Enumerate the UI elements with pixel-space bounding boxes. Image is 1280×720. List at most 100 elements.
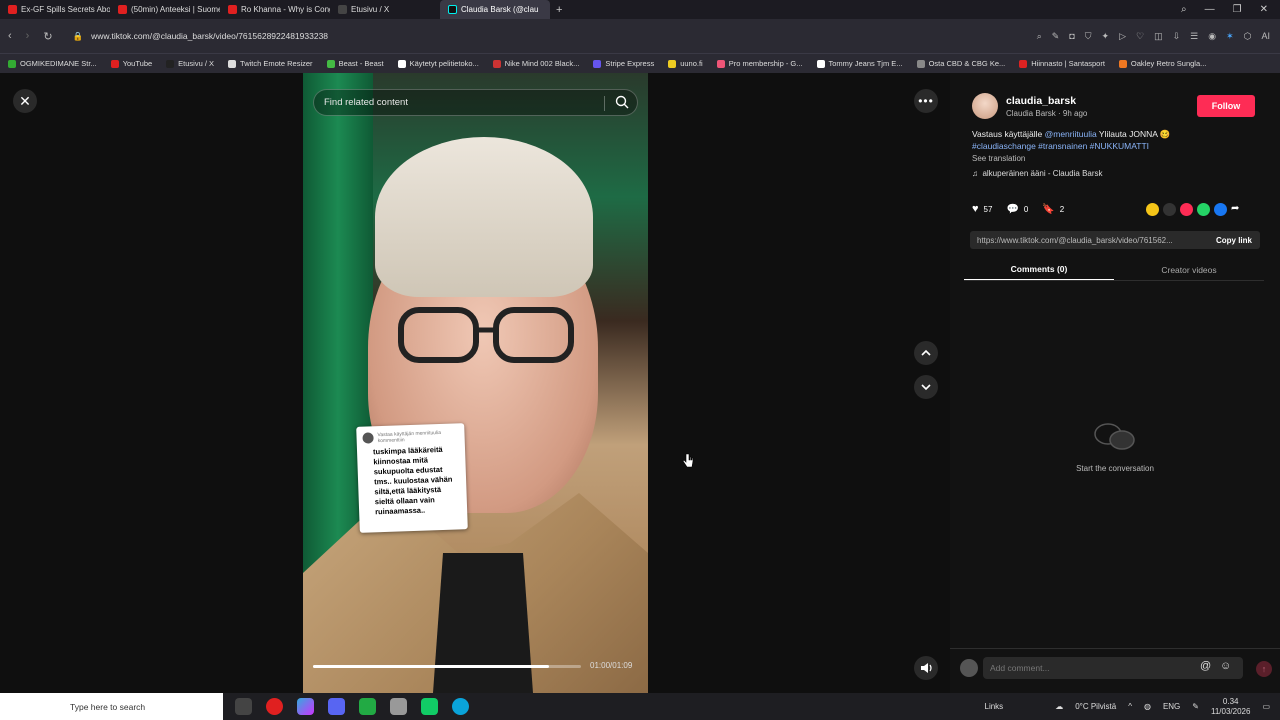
bookmark-item[interactable]: Beast - Beast <box>326 59 384 68</box>
network-icon[interactable]: ◍ <box>1144 702 1151 711</box>
download-icon[interactable]: ⇩ <box>1173 31 1181 42</box>
related-search-input[interactable]: Find related content <box>313 89 638 116</box>
volume-button[interactable] <box>914 656 938 680</box>
profile-icon[interactable]: ◉ <box>1208 31 1216 42</box>
edit-icon[interactable]: ✎ <box>1052 31 1060 42</box>
copy-link-button[interactable]: Copy link <box>1216 236 1260 245</box>
taskbar-search[interactable]: Type here to search <box>0 693 223 720</box>
bookmark-item[interactable]: Etusivu / X <box>166 59 214 68</box>
whatsapp-icon[interactable] <box>1197 203 1210 216</box>
heart-icon[interactable]: ♡ <box>1136 31 1144 42</box>
notification-icon[interactable]: ▭ <box>1262 702 1270 711</box>
browser-tab[interactable]: Ro Khanna - Why is Cong <box>220 0 330 19</box>
previous-video-button[interactable] <box>914 341 938 365</box>
weather-widget[interactable]: 0°C Pilvistä <box>1075 702 1116 711</box>
box-icon[interactable]: ◫ <box>1154 31 1163 42</box>
browser-tab[interactable]: (50min) Anteeksi | Suome <box>110 0 220 19</box>
bookmark-favicon-icon <box>166 59 175 68</box>
like-button[interactable]: ♥ 57 <box>972 203 992 215</box>
pen-icon[interactable]: ✎ <box>1192 702 1199 711</box>
search-icon[interactable]: ⌕ <box>1181 4 1187 15</box>
edge-icon[interactable] <box>452 698 469 715</box>
video-progress-bar[interactable] <box>313 665 581 668</box>
mention-button[interactable]: @ <box>1200 660 1211 672</box>
bookmark-item[interactable]: Pro membership - G... <box>716 59 803 68</box>
bookmark-favicon-icon <box>668 59 677 68</box>
maximize-icon[interactable]: ❐ <box>1233 4 1242 15</box>
new-tab-button[interactable]: + <box>550 4 568 16</box>
bookmark-item[interactable]: Hiinnasto | Santasport <box>1019 59 1105 68</box>
bookmark-item[interactable]: Tommy Jeans Tjm E... <box>816 59 903 68</box>
save-button[interactable]: 🔖 2 <box>1042 204 1064 215</box>
more-options-button[interactable]: ••• <box>914 89 938 113</box>
bookmark-item[interactable]: YouTube <box>110 59 152 68</box>
author-info[interactable]: claudia_barsk Claudia Barsk · 9h ago <box>972 93 1087 119</box>
app-icon[interactable] <box>297 698 314 715</box>
extension-blue-icon[interactable]: ✶ <box>1226 31 1234 42</box>
language-indicator[interactable]: ENG <box>1163 702 1180 711</box>
browser-tab-active[interactable]: Claudia Barsk (@clau <box>440 0 550 19</box>
close-video-button[interactable]: ✕ <box>13 89 37 113</box>
follow-button[interactable]: Follow <box>1197 95 1255 117</box>
browser-tab[interactable]: Etusivu / X <box>330 0 440 19</box>
youtube-icon <box>228 5 237 14</box>
cube-icon[interactable]: ⬡ <box>1244 31 1252 42</box>
shield-icon[interactable]: ⛉ <box>1085 31 1092 42</box>
back-icon[interactable]: ‹ <box>8 30 12 43</box>
close-icon[interactable]: ✕ <box>1260 4 1268 15</box>
share-arrow-icon[interactable]: ➦ <box>1231 203 1239 216</box>
app-green-icon[interactable] <box>359 698 376 715</box>
video-link[interactable]: https://www.tiktok.com/@claudia_barsk/vi… <box>977 236 1173 245</box>
video-player[interactable]: Find related content Vastaa käyttäjän me… <box>303 73 648 693</box>
task-view-icon[interactable] <box>235 698 252 715</box>
os-taskbar: Type here to search Links ☁ 0°C Pilvistä… <box>0 693 1280 720</box>
forward-icon[interactable]: › <box>26 30 30 43</box>
author-username[interactable]: claudia_barsk <box>1006 95 1087 107</box>
links-toolbar[interactable]: Links <box>985 702 1004 711</box>
bookmark-item[interactable]: Nike Mind 002 Black... <box>492 59 579 68</box>
discord-icon[interactable] <box>328 698 345 715</box>
engagement-stats: ♥ 57 💬 0 🔖 2 <box>972 203 1064 215</box>
bookmark-item[interactable]: OGMIKEDIMANE Str... <box>8 59 97 68</box>
repost-icon[interactable] <box>1180 203 1193 216</box>
mention-link[interactable]: @menriituulia <box>1045 129 1097 139</box>
bookmark-item[interactable]: Stripe Express <box>593 59 654 68</box>
bookmark-item[interactable]: Oakley Retro Sungla... <box>1118 59 1206 68</box>
bookmark-item[interactable]: Twitch Emote Resizer <box>228 59 313 68</box>
browser-tab[interactable]: Ex-GF Spills Secrets About <box>0 0 110 19</box>
music-note-icon: ♫ <box>972 169 978 178</box>
music-info[interactable]: ♫ alkuperäinen ääni - Claudia Barsk <box>972 169 1103 178</box>
next-video-button[interactable] <box>914 375 938 399</box>
send-comment-button[interactable]: ↑ <box>1256 661 1272 677</box>
tab-creator-videos[interactable]: Creator videos <box>1114 259 1264 280</box>
minimize-icon[interactable]: — <box>1205 4 1215 15</box>
find-icon[interactable]: ⌕ <box>1037 31 1042 42</box>
extension-icon[interactable]: ✦ <box>1102 31 1110 42</box>
opera-icon[interactable] <box>266 698 283 715</box>
tab-comments[interactable]: Comments (0) <box>964 259 1114 280</box>
coin-icon[interactable] <box>1146 203 1159 216</box>
search-divider <box>604 96 605 111</box>
clock[interactable]: 0.34 11/03/2026 <box>1211 697 1250 717</box>
play-icon[interactable]: ▷ <box>1119 31 1126 42</box>
ai-button[interactable]: AI <box>1261 31 1270 41</box>
hashtags[interactable]: #claudiaschange #transnainen #NUKKUMATTI <box>972 141 1149 151</box>
empty-conversation-icon <box>1094 423 1135 450</box>
camera-icon[interactable]: ◘ <box>1069 31 1074 41</box>
search-icon[interactable] <box>615 95 629 109</box>
tray-chevron-icon[interactable]: ^ <box>1128 702 1132 711</box>
bookmark-item[interactable]: Käytetyt pelitietoko... <box>397 59 479 68</box>
facebook-icon[interactable] <box>1214 203 1227 216</box>
bookmark-item[interactable]: Osta CBD & CBG Ke... <box>916 59 1005 68</box>
embed-icon[interactable] <box>1163 203 1176 216</box>
menu-icon[interactable]: ☰ <box>1190 31 1198 42</box>
app-grey-icon[interactable] <box>390 698 407 715</box>
reload-icon[interactable]: ↻ <box>43 30 52 43</box>
comment-button[interactable]: 💬 0 <box>1006 204 1028 215</box>
emoji-icon[interactable]: ☺ <box>1220 660 1231 672</box>
app-play-icon[interactable] <box>421 698 438 715</box>
url-field[interactable]: www.tiktok.com/@claudia_barsk/video/7615… <box>91 31 328 41</box>
bookmark-item[interactable]: uuno.fi <box>668 59 703 68</box>
avatar[interactable] <box>972 93 998 119</box>
see-translation-link[interactable]: See translation <box>972 154 1025 163</box>
